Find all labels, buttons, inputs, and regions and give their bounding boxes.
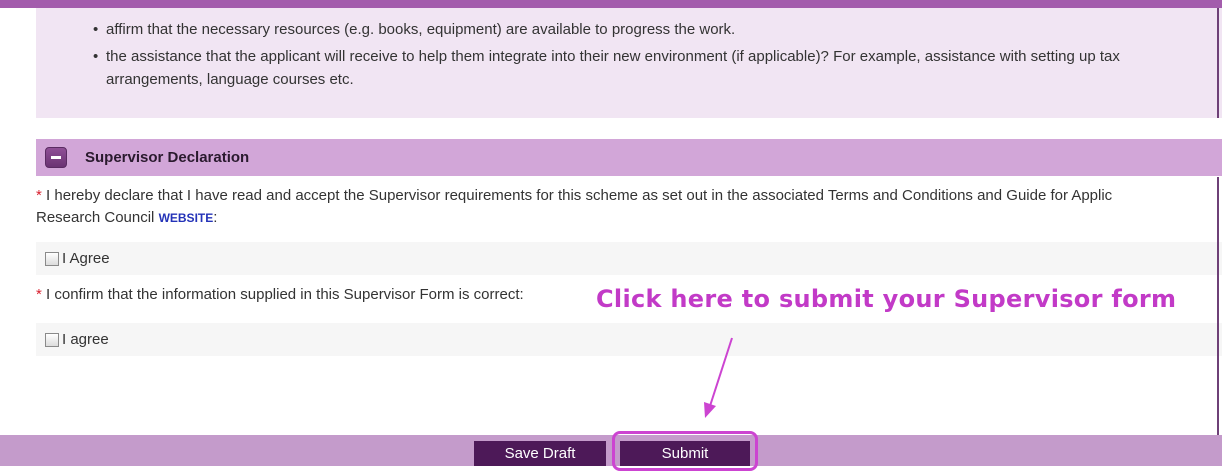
bullet-icon: • (93, 21, 99, 38)
declaration-text-suffix: : (213, 209, 218, 226)
declaration-agree-label[interactable]: I Agree (62, 251, 110, 267)
confirmation-text-body: I confirm that the information supplied … (41, 286, 524, 303)
declaration-text-line2: Research Council WEBSITE: (36, 207, 217, 229)
confirmation-agree-option[interactable]: I agree (45, 332, 109, 348)
confirmation-text: * I confirm that the information supplie… (36, 284, 524, 306)
submit-instruction-annotation: Click here to submit your Supervisor for… (596, 285, 1177, 313)
submit-button[interactable]: Submit (620, 441, 750, 466)
declaration-agree-row: I Agree (36, 242, 1222, 275)
declaration-agree-checkbox[interactable] (45, 252, 59, 266)
declaration-row: * I hereby declare that I have read and … (36, 177, 1222, 241)
requirements-info-panel: • affirm that the necessary resources (e… (36, 8, 1222, 118)
declaration-text-line1: I hereby declare that I have read and ac… (41, 187, 1113, 204)
confirmation-agree-row: I agree (36, 323, 1222, 356)
collapse-minus-icon[interactable] (45, 147, 67, 168)
declaration-text-prefix: Research Council (36, 209, 159, 226)
list-item-text-line1: the assistance that the applicant will r… (106, 48, 1120, 65)
declaration-text: * I hereby declare that I have read and … (36, 185, 1222, 207)
minus-icon (51, 156, 61, 159)
website-link[interactable]: WEBSITE (159, 211, 214, 225)
annotation-arrow-icon (704, 337, 733, 418)
scroll-edge-divider (1217, 8, 1219, 118)
save-draft-button[interactable]: Save Draft (474, 441, 606, 466)
form-action-bar (0, 435, 1222, 466)
scroll-edge-divider (1217, 177, 1219, 435)
requirements-list: • affirm that the necessary resources (e… (36, 18, 1222, 91)
list-item-text: affirm that the necessary resources (e.g… (106, 21, 736, 38)
supervisor-declaration-header[interactable]: Supervisor Declaration (36, 139, 1222, 176)
confirmation-agree-label[interactable]: I agree (62, 332, 109, 348)
declaration-agree-option[interactable]: I Agree (45, 251, 110, 267)
bullet-icon: • (93, 48, 99, 65)
confirmation-agree-checkbox[interactable] (45, 333, 59, 347)
list-item-text-line2: arrangements, language courses etc. (106, 71, 354, 88)
list-item: • affirm that the necessary resources (e… (36, 18, 1222, 41)
top-accent-strip (0, 0, 1222, 8)
list-item: • the assistance that the applicant will… (36, 45, 1222, 91)
section-title: Supervisor Declaration (85, 149, 250, 166)
